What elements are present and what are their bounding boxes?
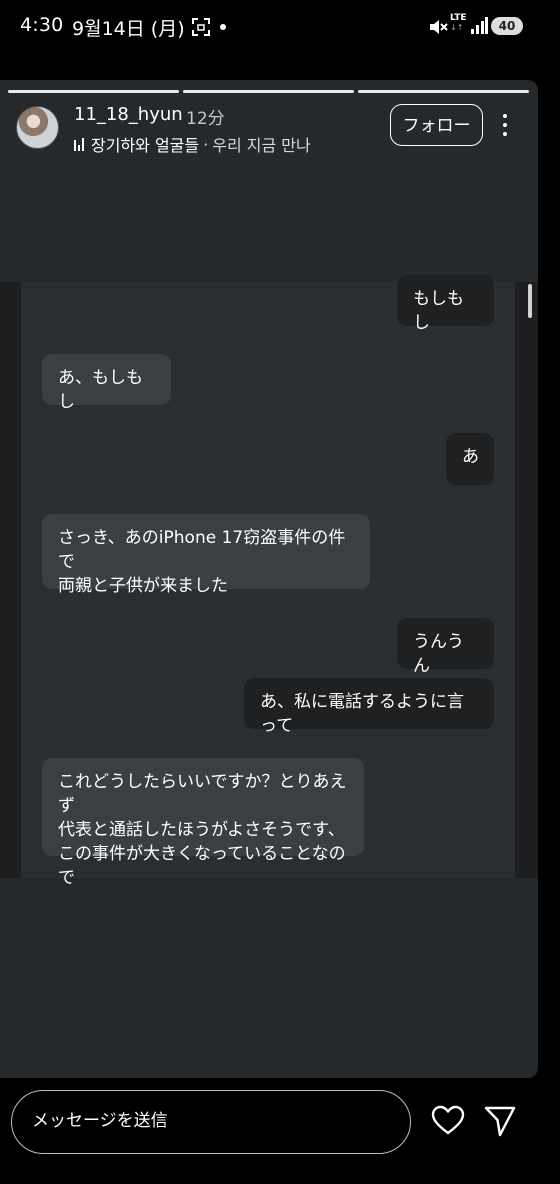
chat-message-received: さっき、あのiPhone 17窃盗事件の件で 両親と子供が来ました	[42, 514, 370, 596]
chat-message-sent: うんうん	[397, 618, 494, 676]
message-input[interactable]: メッセージを送信	[11, 1090, 411, 1154]
network-label: LTE	[450, 13, 467, 23]
send-icon[interactable]	[483, 1104, 517, 1138]
network-type: LTE ↓↑	[450, 13, 467, 33]
music-sticker[interactable]: 장기하와 얼굴들 · 우리 지금 만나	[74, 132, 311, 156]
status-time: 4:30	[20, 14, 64, 36]
music-song: 우리 지금 만나	[212, 136, 311, 155]
status-date: 9월14日 (月)	[72, 18, 185, 40]
music-artist: 장기하와 얼굴들	[91, 136, 200, 155]
mute-icon	[430, 20, 448, 34]
screen-capture-icon	[192, 18, 210, 36]
chat-message-received: あ、もしもし	[42, 354, 171, 412]
follow-button[interactable]: フォロー	[390, 104, 483, 146]
battery-indicator: 40	[491, 17, 523, 35]
story-progress-segment-2	[183, 90, 354, 93]
network-activity: ↓↑	[450, 23, 464, 32]
story-progress-segment-1	[8, 90, 179, 93]
heart-icon[interactable]	[431, 1104, 465, 1138]
story-progress-segment-3	[358, 90, 529, 93]
music-equalizer-icon	[74, 137, 84, 151]
avatar[interactable]	[16, 106, 59, 149]
chat-message-sent: もしもし	[397, 275, 494, 333]
more-icon[interactable]	[500, 114, 510, 138]
chat-scrollbar	[528, 284, 532, 318]
music-separator: ·	[203, 134, 209, 154]
story-time-ago: 12分	[186, 109, 225, 129]
notification-dot	[220, 24, 226, 30]
signal-icon	[471, 17, 488, 34]
chat-message-sent: あ	[446, 433, 494, 485]
chat-message-sent: あ、私に電話するように言って	[244, 678, 494, 736]
story-username[interactable]: 11_18_hyun	[74, 104, 183, 125]
status-bar: 4:30 9월14日 (月) LTE ↓↑ 40	[0, 0, 560, 56]
chat-message-received: これどうしたらいいですか？とりあえず 代表と通話したほうがよさそうです、 この事…	[42, 758, 364, 888]
